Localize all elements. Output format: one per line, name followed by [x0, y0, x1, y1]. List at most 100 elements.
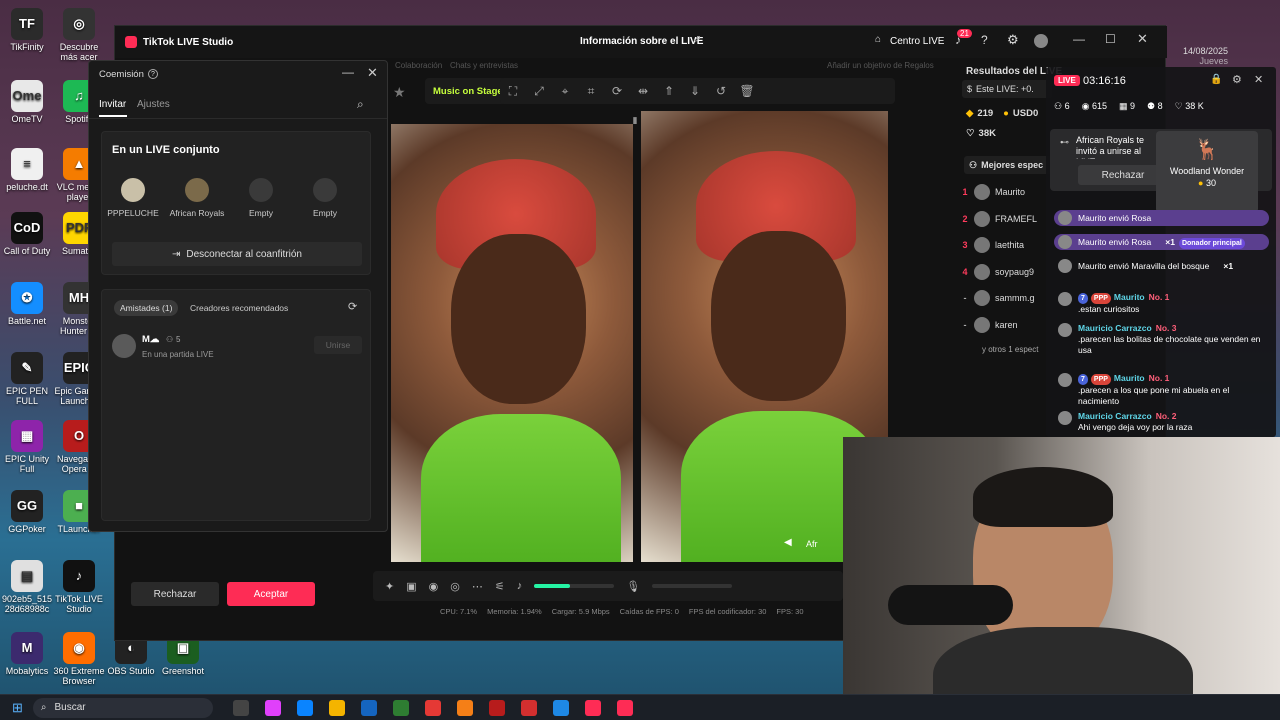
- tiktok-live-icon[interactable]: [616, 699, 633, 716]
- desktop-icon[interactable]: ≡ peluche.dt: [0, 148, 54, 192]
- info-icon[interactable]: ?: [147, 69, 158, 79]
- copilot-icon[interactable]: [264, 699, 281, 716]
- gear-icon[interactable]: ⚙: [1007, 32, 1019, 48]
- disconnect-button[interactable]: ⇥ Desconectar al coanfitrión: [112, 242, 362, 266]
- camera-icon[interactable]: ◎: [450, 580, 460, 593]
- volume-slider[interactable]: [534, 584, 615, 588]
- search-icon[interactable]: ⌕: [357, 97, 364, 112]
- music-on-stage[interactable]: Music on Stage: [425, 78, 511, 104]
- message-user[interactable]: Maurito: [1114, 373, 1145, 383]
- tab-creadores[interactable]: Creadores recomendados: [190, 303, 288, 313]
- tab-ajustes[interactable]: Ajustes: [137, 99, 170, 110]
- avatar[interactable]: [1034, 34, 1048, 48]
- desktop-icon[interactable]: ✎ EPIC PEN FULL: [0, 352, 54, 406]
- message-user[interactable]: Mauricio Carrazco: [1078, 323, 1152, 333]
- reject-invite-button[interactable]: Rechazar: [1078, 165, 1168, 185]
- mute-icon[interactable]: ◀: [784, 537, 792, 548]
- task-view-icon[interactable]: [232, 699, 249, 716]
- desktop-icon[interactable]: GG GGPoker: [0, 490, 54, 534]
- minimize-icon[interactable]: —: [1073, 32, 1085, 46]
- record-icon[interactable]: ◉: [429, 580, 439, 593]
- tab-chats[interactable]: Chats y entrevistas: [450, 61, 518, 70]
- star-icon[interactable]: ★: [393, 84, 406, 101]
- cohost-slot[interactable]: Empty: [294, 178, 356, 218]
- layer-up-icon[interactable]: ⇑: [656, 78, 682, 104]
- cohost-slot[interactable]: African Royals: [166, 178, 228, 218]
- effects-icon[interactable]: ✦: [385, 580, 394, 593]
- folder-icon[interactable]: [328, 699, 345, 716]
- desktop-icon[interactable]: M Mobalytics: [0, 632, 54, 676]
- desktop-icon[interactable]: TF TikFinity: [0, 8, 54, 52]
- app2-icon[interactable]: [552, 699, 569, 716]
- chrome-icon[interactable]: [424, 699, 441, 716]
- rank-row[interactable]: - karen: [956, 315, 1018, 335]
- refresh-icon[interactable]: ⟳: [348, 300, 357, 313]
- settings-icon[interactable]: ⚙: [1232, 73, 1242, 86]
- rotate-icon[interactable]: ⟳: [604, 78, 630, 104]
- help-icon[interactable]: ?: [981, 33, 988, 47]
- close-chat-icon[interactable]: ✕: [1254, 73, 1263, 86]
- search-box[interactable]: ⌕ Buscar: [32, 697, 213, 718]
- layer-down-icon[interactable]: ⇓: [682, 78, 708, 104]
- flip-icon[interactable]: ⇹: [630, 78, 656, 104]
- edge-icon[interactable]: [296, 699, 313, 716]
- cohost-slot[interactable]: Empty: [230, 178, 292, 218]
- live-info-title[interactable]: Información sobre el LIVE: [580, 36, 703, 47]
- este-live-row[interactable]: $ Este LIVE: +0.: [962, 80, 1052, 98]
- files-icon[interactable]: [456, 699, 473, 716]
- message-user[interactable]: Maurito: [1114, 292, 1145, 302]
- delete-icon[interactable]: 🗑: [734, 78, 760, 104]
- tab-colaboracion[interactable]: Colaboración: [395, 61, 442, 70]
- fit-icon[interactable]: ⤢: [526, 78, 552, 104]
- mic-slider[interactable]: [652, 584, 733, 588]
- desktop-icon[interactable]: ✪ Battle.net: [0, 282, 54, 326]
- tiktok-icon[interactable]: [584, 699, 601, 716]
- desktop-icon[interactable]: Ome OmeTV: [0, 80, 54, 124]
- store-icon[interactable]: [360, 699, 377, 716]
- desktop-icon[interactable]: ▤ 902eb5_515 28d68988c: [0, 560, 54, 614]
- rank-row[interactable]: 3 laethita: [956, 235, 1024, 255]
- speaker-icon[interactable]: ♪: [517, 580, 523, 592]
- app-icon[interactable]: [392, 699, 409, 716]
- close-dialog-icon[interactable]: ✕: [367, 65, 378, 81]
- desktop-icon[interactable]: ◎ Descubre más acer: [52, 8, 106, 62]
- add-goal-link[interactable]: Añadir un objetivo de Regalos: [827, 61, 934, 70]
- opera-icon[interactable]: [520, 699, 537, 716]
- select-icon[interactable]: ⛶: [500, 78, 526, 104]
- more-icon[interactable]: ⋯: [472, 580, 483, 593]
- split-handle-icon[interactable]: ⦀: [633, 116, 641, 126]
- start-icon[interactable]: ⊞: [12, 700, 23, 716]
- share-icon[interactable]: ⇗: [693, 34, 701, 45]
- settings-sliders-icon[interactable]: ⚟: [495, 580, 505, 593]
- desktop-icon[interactable]: ◉ 360 Extreme Browser: [52, 632, 106, 686]
- video-left[interactable]: [391, 124, 633, 562]
- minimize-dialog-icon[interactable]: —: [342, 65, 354, 79]
- rank-row[interactable]: - sammm.g: [956, 288, 1035, 308]
- mic-icon[interactable]: 🎙: [626, 580, 640, 593]
- center-icon[interactable]: ⌖: [552, 78, 578, 104]
- centro-live-button[interactable]: Centro LIVE: [890, 36, 944, 47]
- rank-row[interactable]: 4 soypaug9: [956, 262, 1034, 282]
- maximize-icon[interactable]: ☐: [1105, 32, 1116, 46]
- link-icon: ⊷: [1060, 137, 1069, 147]
- best-viewers-header[interactable]: ⚇ Mejores espec: [964, 156, 1054, 174]
- desktop-icon[interactable]: ▦ EPIC Unity Full: [0, 420, 54, 474]
- crop-icon[interactable]: ⌗: [578, 78, 604, 104]
- record-icon[interactable]: [488, 699, 505, 716]
- join-button[interactable]: Unirse: [314, 336, 362, 354]
- undo-icon[interactable]: ↺: [708, 78, 734, 104]
- rank-row[interactable]: 2 FRAMEFL: [956, 209, 1037, 229]
- cohost-slot[interactable]: PPPELUCHE: [102, 178, 164, 218]
- message-user[interactable]: Mauricio Carrazco: [1078, 411, 1152, 421]
- tab-amistades[interactable]: Amistades (1): [114, 300, 179, 316]
- accept-button[interactable]: Aceptar: [227, 582, 315, 606]
- close-icon[interactable]: ✕: [1137, 31, 1148, 47]
- desktop-icon[interactable]: ♪ TikTok LIVE Studio: [52, 560, 106, 614]
- desktop-icon[interactable]: CoD Call of Duty: [0, 212, 54, 256]
- studio-title-bar: TikTok LIVE Studio Información sobre el …: [115, 26, 1167, 58]
- tab-invitar[interactable]: Invitar: [99, 99, 126, 110]
- rank-row[interactable]: 1 Maurito: [956, 182, 1025, 202]
- lock-icon[interactable]: 🔒: [1210, 74, 1222, 85]
- scene-icon[interactable]: ▣: [406, 580, 416, 593]
- reject-button[interactable]: Rechazar: [131, 582, 219, 606]
